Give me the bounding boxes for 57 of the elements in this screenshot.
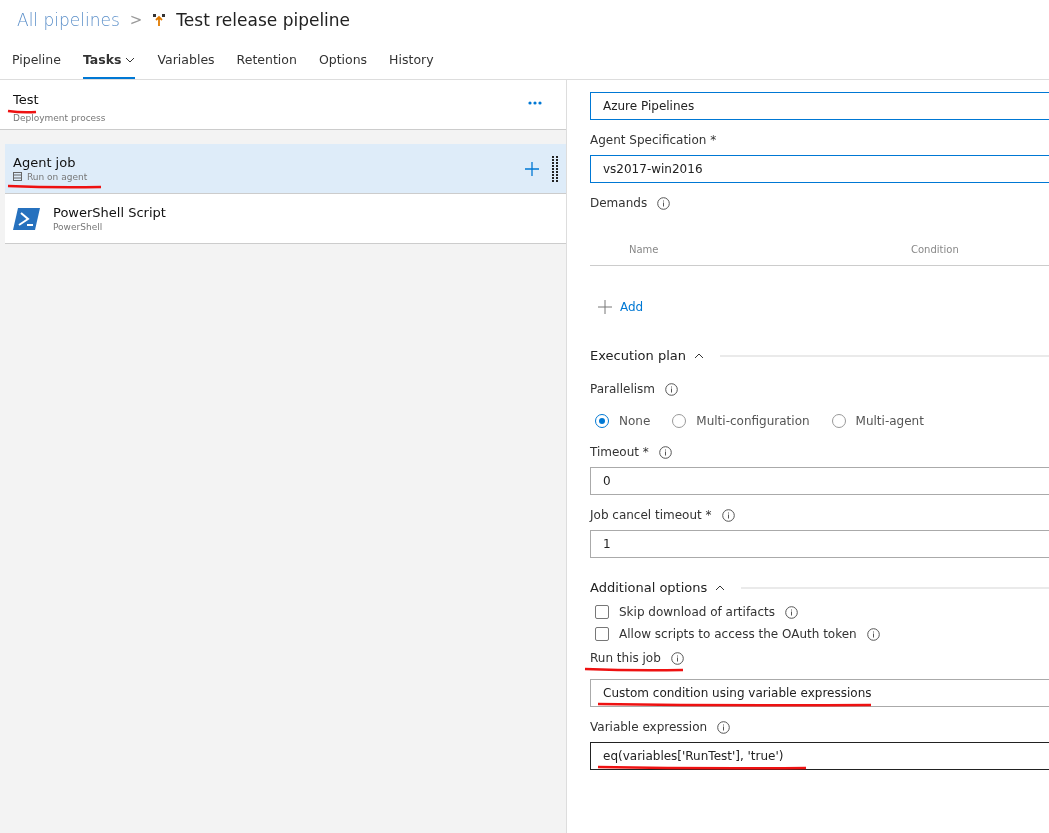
field-label: Variable expression: [590, 720, 708, 734]
radio-label: Multi-agent: [855, 414, 924, 428]
info-icon: [785, 605, 798, 619]
checkbox[interactable]: [595, 627, 609, 641]
job-subtitle: Run on agent: [27, 172, 88, 182]
checkbox-label: Skip download of artifacts: [619, 605, 775, 619]
tab[interactable]: Options: [318, 46, 368, 79]
column-header: Name: [629, 244, 660, 255]
radio-label: None: [619, 414, 651, 428]
info-icon: [721, 508, 735, 522]
info-icon: [670, 651, 684, 665]
field-label: Job cancel timeout *: [590, 508, 712, 522]
info-icon: [657, 196, 671, 210]
radio-label: Multi-configuration: [696, 414, 810, 428]
job-subtitle: PowerShell: [53, 222, 103, 232]
field-label: Agent Specification *: [590, 133, 717, 147]
tab[interactable]: Variables: [157, 46, 215, 79]
stage-subtitle: Deployment process: [13, 113, 106, 123]
field-label: Demands: [590, 196, 648, 210]
agent-pool-field[interactable]: Azure Pipelines: [590, 92, 1049, 120]
more-icon: [528, 101, 542, 105]
checkbox-label: Allow scripts to access the OAuth token: [619, 627, 857, 641]
section-title: Additional options: [590, 580, 708, 595]
drag-handle-icon[interactable]: [552, 155, 558, 182]
release-pipeline-icon: [152, 13, 167, 27]
pipeline-title: Test release pipeline: [176, 10, 351, 30]
tab[interactable]: History: [389, 46, 434, 79]
section-title: Execution plan: [590, 348, 686, 363]
add-icon: [598, 300, 612, 314]
run-condition-field[interactable]: Custom condition using variable expressions: [590, 679, 1049, 707]
job-title: Agent job: [13, 155, 77, 170]
info-icon: [717, 720, 731, 734]
powershell-icon: [13, 206, 41, 231]
task-row[interactable]: PowerShell Script PowerShell: [5, 194, 566, 244]
agent-job-row[interactable]: Agent job Run on agent: [5, 144, 566, 194]
checkbox[interactable]: [595, 605, 609, 619]
add-demand-button[interactable]: Add: [598, 300, 1049, 314]
tab[interactable]: Pipeline: [12, 46, 61, 79]
column-header: Condition: [911, 244, 959, 255]
field-label: Timeout *: [590, 445, 649, 459]
cancel-timeout-field[interactable]: 1: [590, 530, 1049, 558]
timeout-field[interactable]: 0: [590, 467, 1049, 495]
agent-specification-field[interactable]: vs2017-win2016: [590, 155, 1049, 183]
server-icon: [13, 171, 22, 181]
field-label: Parallelism: [590, 382, 655, 396]
info-icon: [658, 445, 672, 459]
tab[interactable]: Retention: [236, 46, 297, 79]
stage-header[interactable]: Test Deployment process: [0, 80, 566, 130]
breadcrumb-link[interactable]: All pipelines: [17, 10, 120, 30]
add-icon[interactable]: [524, 160, 540, 177]
field-label: Run this job: [590, 651, 661, 665]
variable-expression-field[interactable]: eq(variables['RunTest'], 'true'): [590, 742, 1049, 770]
info-icon: [665, 382, 678, 396]
breadcrumb-separator: >: [129, 11, 143, 29]
job-title: PowerShell Script: [53, 205, 167, 220]
info-icon: [866, 627, 880, 641]
stage-name: Test: [13, 92, 106, 107]
